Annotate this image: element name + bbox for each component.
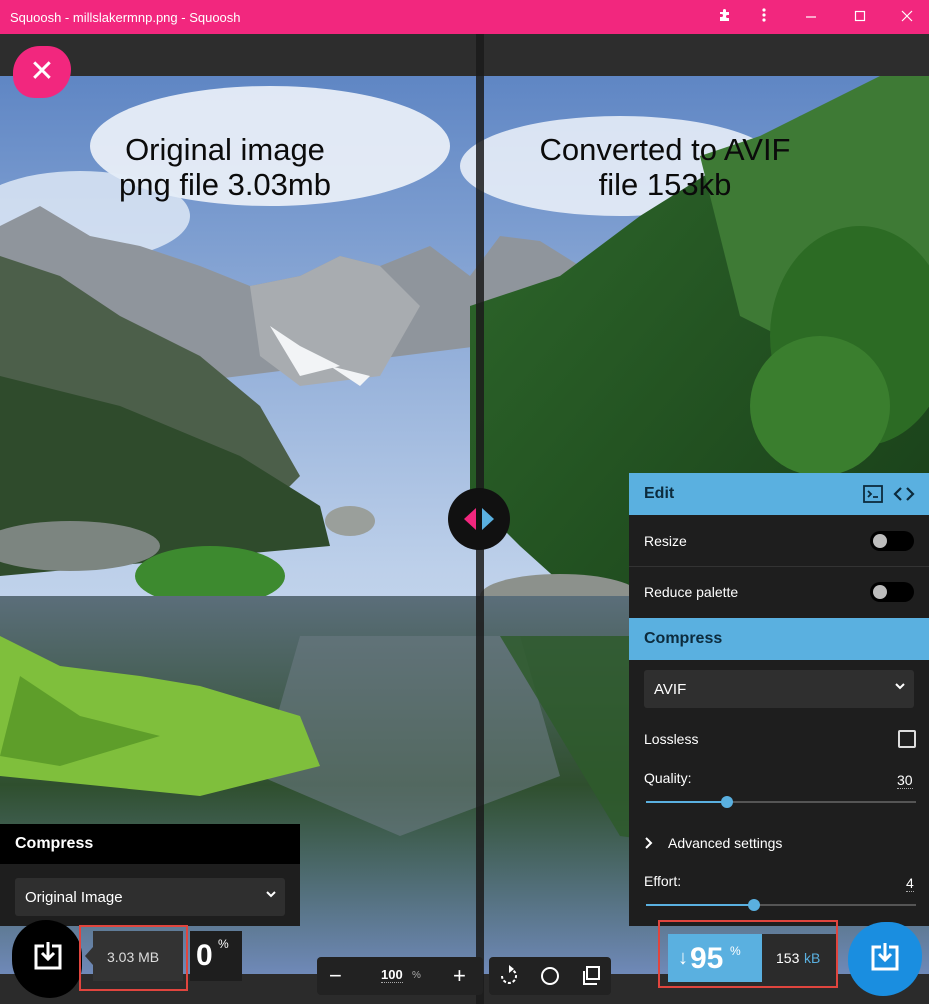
circle-icon xyxy=(541,967,559,985)
reduce-palette-label: Reduce palette xyxy=(644,584,739,600)
close-window-icon[interactable] xyxy=(896,6,918,28)
download-icon xyxy=(34,942,62,970)
close-image-button[interactable]: ✕ xyxy=(13,46,71,98)
effort-slider-fill xyxy=(646,904,754,906)
zoom-out-button[interactable]: − xyxy=(329,963,342,989)
resize-toggle[interactable] xyxy=(870,531,914,551)
top-strip xyxy=(0,34,929,76)
chevron-down-icon xyxy=(895,683,905,690)
zoom-in-button[interactable]: + xyxy=(453,963,466,989)
swap-arrows-icon xyxy=(893,487,915,501)
lossless-checkbox[interactable] xyxy=(898,730,916,748)
close-icon: ✕ xyxy=(29,55,55,88)
minimize-icon[interactable] xyxy=(800,6,822,28)
layers-icon xyxy=(583,966,600,985)
maximize-icon[interactable] xyxy=(849,6,871,28)
rotate-icon xyxy=(501,965,517,984)
compress-header-label: Compress xyxy=(644,630,723,647)
cli-button[interactable] xyxy=(863,485,883,508)
lossless-label: Lossless xyxy=(644,731,699,747)
left-format-select[interactable]: Original Image xyxy=(15,878,285,916)
left-format-value: Original Image xyxy=(25,889,123,906)
original-percent-value: 0 xyxy=(196,939,213,972)
view-tools xyxy=(489,957,611,995)
split-handle[interactable] xyxy=(448,488,510,550)
quality-slider-fill xyxy=(646,801,727,803)
reduce-palette-toggle-knob xyxy=(873,585,887,599)
caption-original: Original image png file 3.03mb xyxy=(100,132,350,202)
title-bar: Squoosh - millslakermnp.png - Squoosh xyxy=(0,0,929,34)
terminal-icon xyxy=(863,485,883,503)
reduce-palette-toggle[interactable] xyxy=(870,582,914,602)
zoom-value[interactable]: 100 xyxy=(381,967,403,983)
menu-icon[interactable] xyxy=(753,6,775,28)
right-format-value: AVIF xyxy=(654,681,687,698)
left-options-panel: Compress Original Image xyxy=(0,824,300,926)
chevron-right-icon xyxy=(645,837,653,849)
original-percent: 0 % xyxy=(190,931,242,981)
right-format-select[interactable]: AVIF xyxy=(644,670,914,708)
advanced-settings-toggle[interactable] xyxy=(644,836,654,854)
edit-header: Edit xyxy=(629,473,929,515)
highlight-converted-size xyxy=(658,920,838,988)
effort-slider-thumb[interactable] xyxy=(748,899,760,911)
edit-header-label: Edit xyxy=(644,485,675,502)
left-compress-header: Compress xyxy=(0,824,300,864)
caption-converted-line1: Converted to AVIF xyxy=(539,132,791,167)
side-by-side-button[interactable] xyxy=(581,965,601,992)
quality-label: Quality: xyxy=(644,770,692,786)
extensions-icon[interactable] xyxy=(714,6,736,28)
caption-converted-line2: file 153kb xyxy=(598,167,732,202)
resize-toggle-knob xyxy=(873,534,887,548)
advanced-settings-label[interactable]: Advanced settings xyxy=(668,835,782,851)
effort-value[interactable]: 4 xyxy=(906,875,914,892)
resize-label: Resize xyxy=(644,533,687,549)
split-arrows-icon xyxy=(464,508,494,530)
quality-slider[interactable] xyxy=(646,796,916,808)
caption-original-line1: Original image xyxy=(125,132,325,167)
zoom-controls: − 100 % + xyxy=(317,957,483,995)
caption-converted: Converted to AVIF file 153kb xyxy=(520,132,810,202)
divider xyxy=(629,566,929,567)
download-icon xyxy=(871,943,899,971)
effort-slider[interactable] xyxy=(646,899,916,911)
download-converted-button[interactable] xyxy=(848,922,922,996)
quality-value[interactable]: 30 xyxy=(897,772,913,789)
swap-sides-button[interactable] xyxy=(893,486,915,507)
caption-original-line2: png file 3.03mb xyxy=(119,167,331,202)
window-title: Squoosh - millslakermnp.png - Squoosh xyxy=(10,10,241,25)
compress-header: Compress xyxy=(629,618,929,660)
zoom-unit: % xyxy=(412,970,421,981)
original-percent-unit: % xyxy=(218,937,229,951)
right-options-panel: Edit Resize Reduce palette Compress AVIF… xyxy=(629,473,929,926)
chevron-down-icon xyxy=(266,891,276,898)
effort-label: Effort: xyxy=(644,873,682,889)
download-original-button[interactable] xyxy=(12,920,82,998)
rotate-button[interactable] xyxy=(499,965,519,992)
quality-slider-thumb[interactable] xyxy=(721,796,733,808)
background-toggle-button[interactable] xyxy=(540,966,560,991)
highlight-original-size xyxy=(79,925,188,991)
